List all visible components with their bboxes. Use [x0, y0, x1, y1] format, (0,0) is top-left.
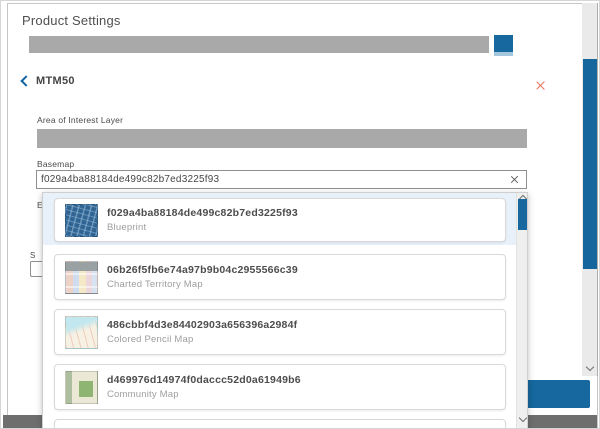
basemap-input-value: f029a4ba88184de499c82b7ed3225f93 [41, 174, 509, 185]
top-action-button[interactable] [494, 35, 513, 56]
panel-scrollbar-thumb[interactable] [583, 59, 597, 269]
basemap-input[interactable]: f029a4ba88184de499c82b7ed3225f93 [36, 170, 527, 189]
basemap-option-title: Community Map [107, 389, 301, 400]
basemap-option-community[interactable]: d469976d14974f0daccc52d0a61949b6 Communi… [54, 364, 506, 410]
page-title: Product Settings [22, 13, 121, 28]
basemap-option-title: Blueprint [107, 222, 298, 233]
basemap-option-id: 06b26f5fb6e74a97b9b04c2955566c39 [107, 264, 298, 276]
basemap-dropdown: f029a4ba88184de499c82b7ed3225f93 Bluepri… [42, 192, 528, 429]
basemap-option-title: Colored Pencil Map [107, 334, 297, 345]
basemap-thumbnail-colored-pencil [65, 316, 98, 349]
clear-input-icon[interactable] [510, 175, 519, 184]
basemap-thumbnail-charted-territory [65, 261, 98, 294]
back-link[interactable]: MTM50 [22, 74, 75, 88]
product-name: MTM50 [36, 75, 75, 87]
close-icon[interactable] [535, 80, 546, 91]
basemap-option-title: Charted Territory Map [107, 279, 298, 290]
basemap-option-colored-pencil[interactable]: 486cbbf4d3e84402903a656396a2984f Colored… [54, 309, 506, 355]
product-settings-dialog: Product Settings MTM50 Area of Interest … [0, 0, 600, 429]
chevron-left-icon [20, 75, 31, 86]
area-of-interest-label: Area of Interest Layer [37, 115, 123, 125]
basemap-option-id: d469976d14974f0daccc52d0a61949b6 [107, 374, 301, 386]
save-button[interactable] [526, 380, 590, 408]
basemap-option-blueprint[interactable]: f029a4ba88184de499c82b7ed3225f93 Bluepri… [54, 198, 506, 242]
basemap-label: Basemap [37, 159, 74, 169]
hidden-label-fragment-s: S [30, 251, 35, 260]
dropdown-scrollbar-thumb[interactable] [518, 199, 528, 230]
area-of-interest-input[interactable] [37, 129, 527, 148]
basemap-thumbnail-community [65, 371, 98, 404]
basemap-option-id: f029a4ba88184de499c82b7ed3225f93 [107, 207, 298, 219]
basemap-thumbnail-blueprint [65, 204, 98, 237]
redacted-field-top [29, 36, 489, 53]
hidden-checkbox-fragment [30, 261, 42, 277]
basemap-option-id: 486cbbf4d3e84402903a656396a2984f [107, 319, 297, 331]
basemap-option-partial[interactable] [54, 419, 506, 429]
basemap-option-charted-territory[interactable]: 06b26f5fb6e74a97b9b04c2955566c39 Charted… [54, 254, 506, 300]
